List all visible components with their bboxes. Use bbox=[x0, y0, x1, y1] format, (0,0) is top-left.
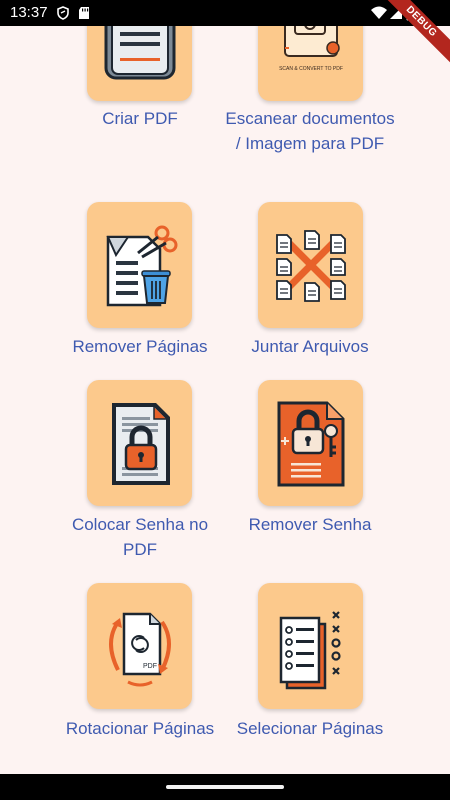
navigation-bar bbox=[0, 774, 450, 800]
select-pages-icon bbox=[279, 611, 341, 690]
remove-pages-button[interactable] bbox=[87, 202, 192, 328]
unlock-pdf-label: Remover Senha bbox=[248, 515, 372, 534]
unlock-pdf-icon bbox=[277, 401, 344, 487]
rotate-pages-button[interactable]: PDF bbox=[87, 583, 192, 709]
scan-document-label: Escanear documentos / Imagem para PDF bbox=[225, 109, 395, 153]
rotate-icon-caption: PDF bbox=[143, 663, 157, 670]
merge-files-button[interactable] bbox=[258, 202, 363, 328]
sd-card-icon bbox=[79, 7, 89, 19]
select-pages-button[interactable] bbox=[258, 583, 363, 709]
status-bar: 13:37 bbox=[0, 0, 450, 26]
merge-files-icon bbox=[275, 230, 346, 302]
lock-pdf-label: Colocar Senha no PDF bbox=[71, 515, 209, 559]
remove-pages-icon bbox=[105, 225, 177, 307]
shield-icon bbox=[57, 6, 69, 20]
merge-files-label: Juntar Arquivos bbox=[251, 337, 369, 356]
lock-pdf-button[interactable] bbox=[87, 380, 192, 506]
status-time: 13:37 bbox=[10, 4, 48, 21]
remove-pages-label: Remover Páginas bbox=[72, 337, 208, 356]
create-pdf-label: Criar PDF bbox=[102, 109, 178, 128]
scan-icon-caption: SCAN & CONVERT TO PDF bbox=[279, 66, 343, 72]
unlock-pdf-button[interactable] bbox=[258, 380, 363, 506]
select-pages-label: Selecionar Páginas bbox=[236, 719, 384, 738]
home-gesture-handle[interactable] bbox=[166, 785, 284, 789]
rotate-pages-label: Rotacionar Páginas bbox=[65, 719, 215, 738]
lock-pdf-icon bbox=[111, 403, 170, 485]
wifi-icon bbox=[371, 6, 387, 19]
rotate-pages-icon: PDF bbox=[108, 612, 171, 687]
